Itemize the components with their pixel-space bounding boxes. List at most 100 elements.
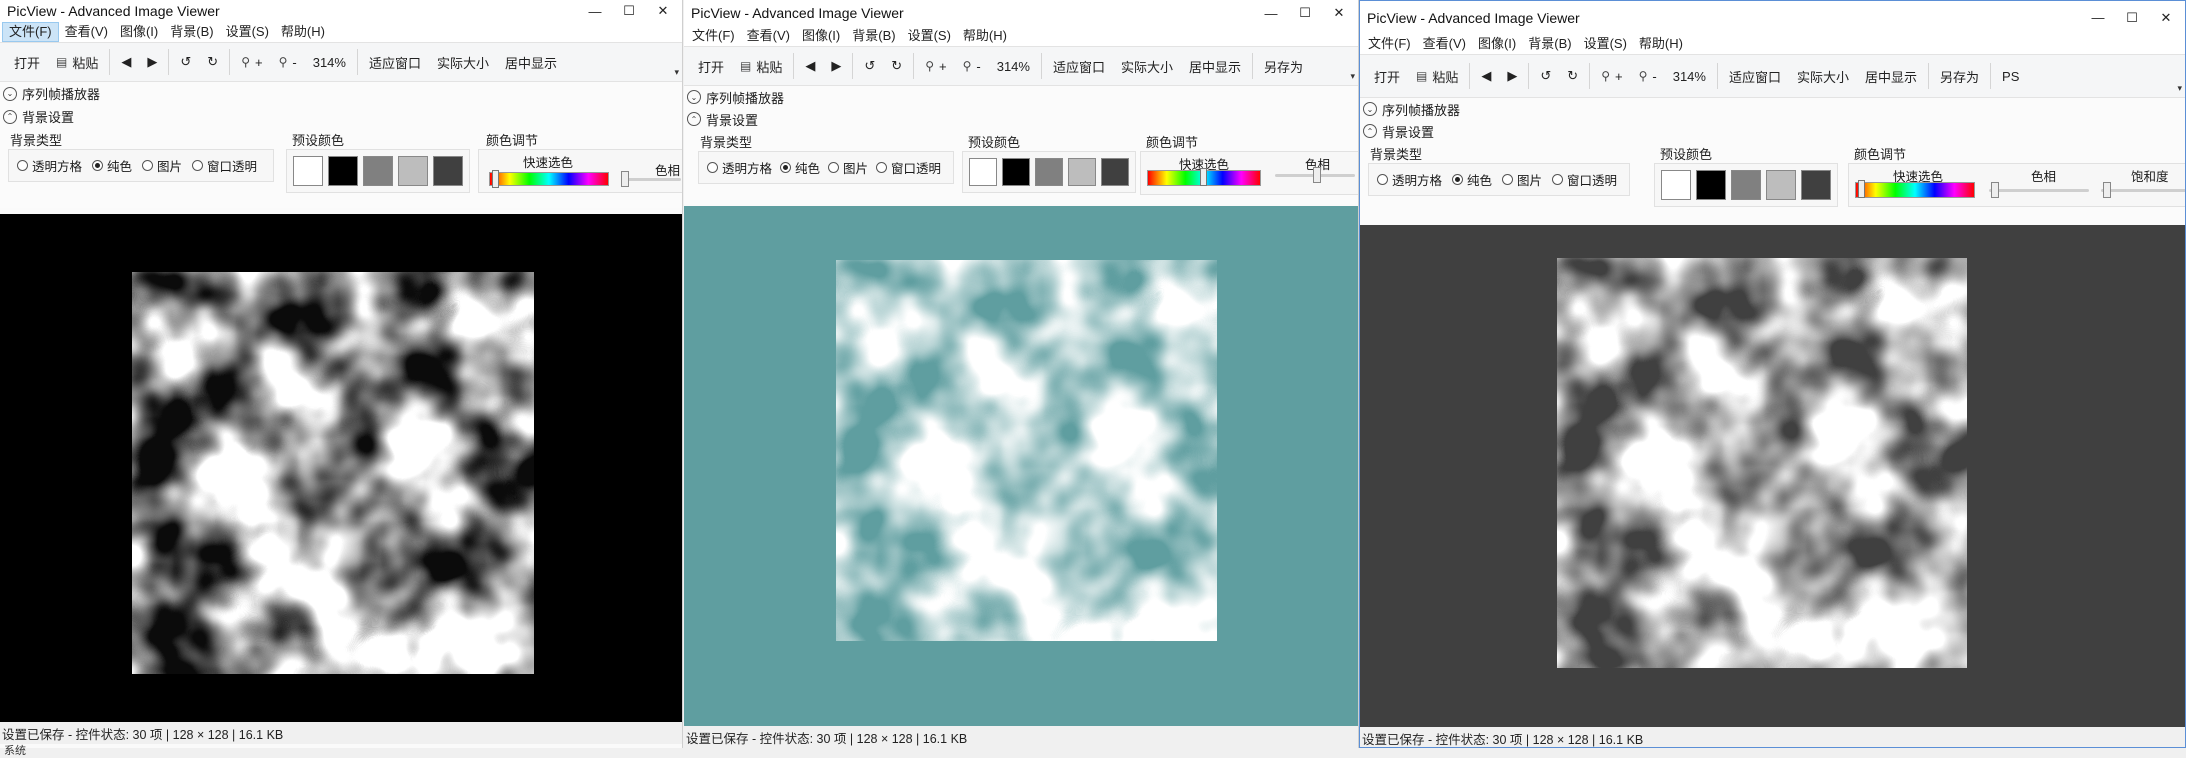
ps-button[interactable]: PS: [1994, 62, 2027, 90]
open-button[interactable]: 打开: [1366, 62, 1408, 90]
minimize-button[interactable]: —: [578, 4, 612, 19]
actual-size-button[interactable]: 实际大小: [1789, 62, 1857, 90]
menu-image[interactable]: 图像(I): [114, 23, 164, 41]
next-button[interactable]: ▶: [823, 52, 849, 80]
maximize-button[interactable]: ☐: [612, 3, 646, 19]
slider-thumb[interactable]: [621, 171, 629, 187]
rotate-left-button[interactable]: ↺: [856, 52, 883, 80]
maximize-button[interactable]: ☐: [1288, 5, 1322, 21]
zoom-out-button[interactable]: ⚲ -: [1631, 62, 1665, 90]
swatch-light-gray[interactable]: [1068, 158, 1096, 186]
radio-solid[interactable]: 纯色: [92, 156, 132, 175]
saturation-slider[interactable]: [2101, 182, 2185, 198]
radio-image[interactable]: 图片: [1502, 170, 1542, 189]
center-button[interactable]: 居中显示: [1181, 52, 1249, 80]
save-as-button[interactable]: 另存为: [1256, 52, 1311, 80]
gradient-thumb[interactable]: [1858, 180, 1865, 198]
toolbar-overflow-icon[interactable]: ▾: [1350, 71, 1355, 82]
actual-size-button[interactable]: 实际大小: [429, 48, 497, 76]
center-button[interactable]: 居中显示: [1857, 62, 1925, 90]
menu-settings[interactable]: 设置(S): [220, 23, 275, 41]
fit-window-button[interactable]: 适应窗口: [361, 48, 429, 76]
rotate-right-button[interactable]: ↻: [199, 48, 226, 76]
swatch-gray[interactable]: [1035, 158, 1063, 186]
fit-window-button[interactable]: 适应窗口: [1721, 62, 1789, 90]
radio-checker[interactable]: 透明方格: [17, 156, 82, 175]
title-bar[interactable]: PicView - Advanced Image Viewer — ☐ ✕: [684, 0, 1358, 26]
radio-window-transparent[interactable]: 窗口透明: [192, 156, 257, 175]
slider-thumb[interactable]: [1313, 167, 1321, 183]
close-button[interactable]: ✕: [2149, 10, 2183, 26]
menu-help[interactable]: 帮助(H): [275, 23, 331, 41]
radio-window-transparent[interactable]: 窗口透明: [876, 158, 941, 177]
open-button[interactable]: 打开: [690, 52, 732, 80]
hue-gradient-picker[interactable]: [1855, 180, 1975, 198]
paste-button[interactable]: ▤ 粘贴: [1408, 62, 1466, 90]
image-viewer[interactable]: [0, 214, 682, 722]
radio-window-transparent[interactable]: 窗口透明: [1552, 170, 1617, 189]
menu-image[interactable]: 图像(I): [1472, 35, 1522, 53]
menu-image[interactable]: 图像(I): [796, 27, 846, 45]
swatch-black[interactable]: [328, 156, 358, 186]
menu-view[interactable]: 查看(V): [59, 23, 114, 41]
swatch-black[interactable]: [1696, 170, 1726, 200]
zoom-out-button[interactable]: ⚲ -: [955, 52, 989, 80]
slider-thumb[interactable]: [2103, 182, 2111, 198]
prev-button[interactable]: ◀: [1473, 62, 1499, 90]
swatch-light-gray[interactable]: [1766, 170, 1796, 200]
rotate-left-button[interactable]: ↺: [1532, 62, 1559, 90]
hue-slider[interactable]: [621, 171, 681, 187]
close-button[interactable]: ✕: [646, 3, 680, 19]
minimize-button[interactable]: —: [1254, 6, 1288, 21]
minimize-button[interactable]: —: [2081, 10, 2115, 25]
close-button[interactable]: ✕: [1322, 5, 1356, 21]
swatch-black[interactable]: [1002, 158, 1030, 186]
menu-view[interactable]: 查看(V): [1417, 35, 1472, 53]
menu-settings[interactable]: 设置(S): [1578, 35, 1633, 53]
menu-background[interactable]: 背景(B): [846, 27, 901, 45]
actual-size-button[interactable]: 实际大小: [1113, 52, 1181, 80]
swatch-dark-gray[interactable]: [1801, 170, 1831, 200]
radio-checker[interactable]: 透明方格: [1377, 170, 1442, 189]
title-bar[interactable]: PicView - Advanced Image Viewer — ☐ ✕: [0, 0, 682, 22]
zoom-in-button[interactable]: ⚲ +: [1593, 62, 1630, 90]
menu-file[interactable]: 文件(F): [2, 22, 59, 42]
paste-button[interactable]: ▤ 粘贴: [48, 48, 106, 76]
maximize-button[interactable]: ☐: [2115, 10, 2149, 26]
menu-file[interactable]: 文件(F): [1362, 35, 1417, 53]
image-viewer[interactable]: [684, 206, 1358, 726]
menu-settings[interactable]: 设置(S): [902, 27, 957, 45]
next-button[interactable]: ▶: [139, 48, 165, 76]
sequence-player-header[interactable]: ⌄ 序列帧播放器: [0, 82, 682, 105]
menu-view[interactable]: 查看(V): [741, 27, 796, 45]
radio-image[interactable]: 图片: [142, 156, 182, 175]
open-button[interactable]: 打开: [6, 48, 48, 76]
rotate-right-button[interactable]: ↻: [883, 52, 910, 80]
slider-thumb[interactable]: [1991, 182, 1999, 198]
toolbar-overflow-icon[interactable]: ▾: [674, 67, 679, 78]
background-settings-header[interactable]: ⌃ 背景设置: [1360, 120, 2185, 142]
background-settings-header[interactable]: ⌃ 背景设置: [0, 105, 682, 128]
zoom-out-button[interactable]: ⚲ -: [271, 48, 305, 76]
menu-file[interactable]: 文件(F): [686, 27, 741, 45]
swatch-white[interactable]: [1661, 170, 1691, 200]
hue-slider[interactable]: [1989, 182, 2089, 198]
prev-button[interactable]: ◀: [797, 52, 823, 80]
menu-help[interactable]: 帮助(H): [957, 27, 1013, 45]
next-button[interactable]: ▶: [1499, 62, 1525, 90]
zoom-in-button[interactable]: ⚲ +: [233, 48, 270, 76]
swatch-white[interactable]: [293, 156, 323, 186]
save-as-button[interactable]: 另存为: [1932, 62, 1987, 90]
menu-help[interactable]: 帮助(H): [1633, 35, 1689, 53]
toolbar-overflow-icon[interactable]: ▾: [2177, 83, 2182, 94]
radio-solid[interactable]: 纯色: [780, 158, 820, 177]
zoom-in-button[interactable]: ⚲ +: [917, 52, 954, 80]
radio-solid[interactable]: 纯色: [1452, 170, 1492, 189]
fit-window-button[interactable]: 适应窗口: [1045, 52, 1113, 80]
hue-gradient-picker[interactable]: [489, 170, 609, 188]
swatch-gray[interactable]: [1731, 170, 1761, 200]
radio-image[interactable]: 图片: [828, 158, 868, 177]
swatch-white[interactable]: [969, 158, 997, 186]
radio-checker[interactable]: 透明方格: [707, 158, 772, 177]
hue-gradient-picker[interactable]: [1147, 168, 1261, 186]
